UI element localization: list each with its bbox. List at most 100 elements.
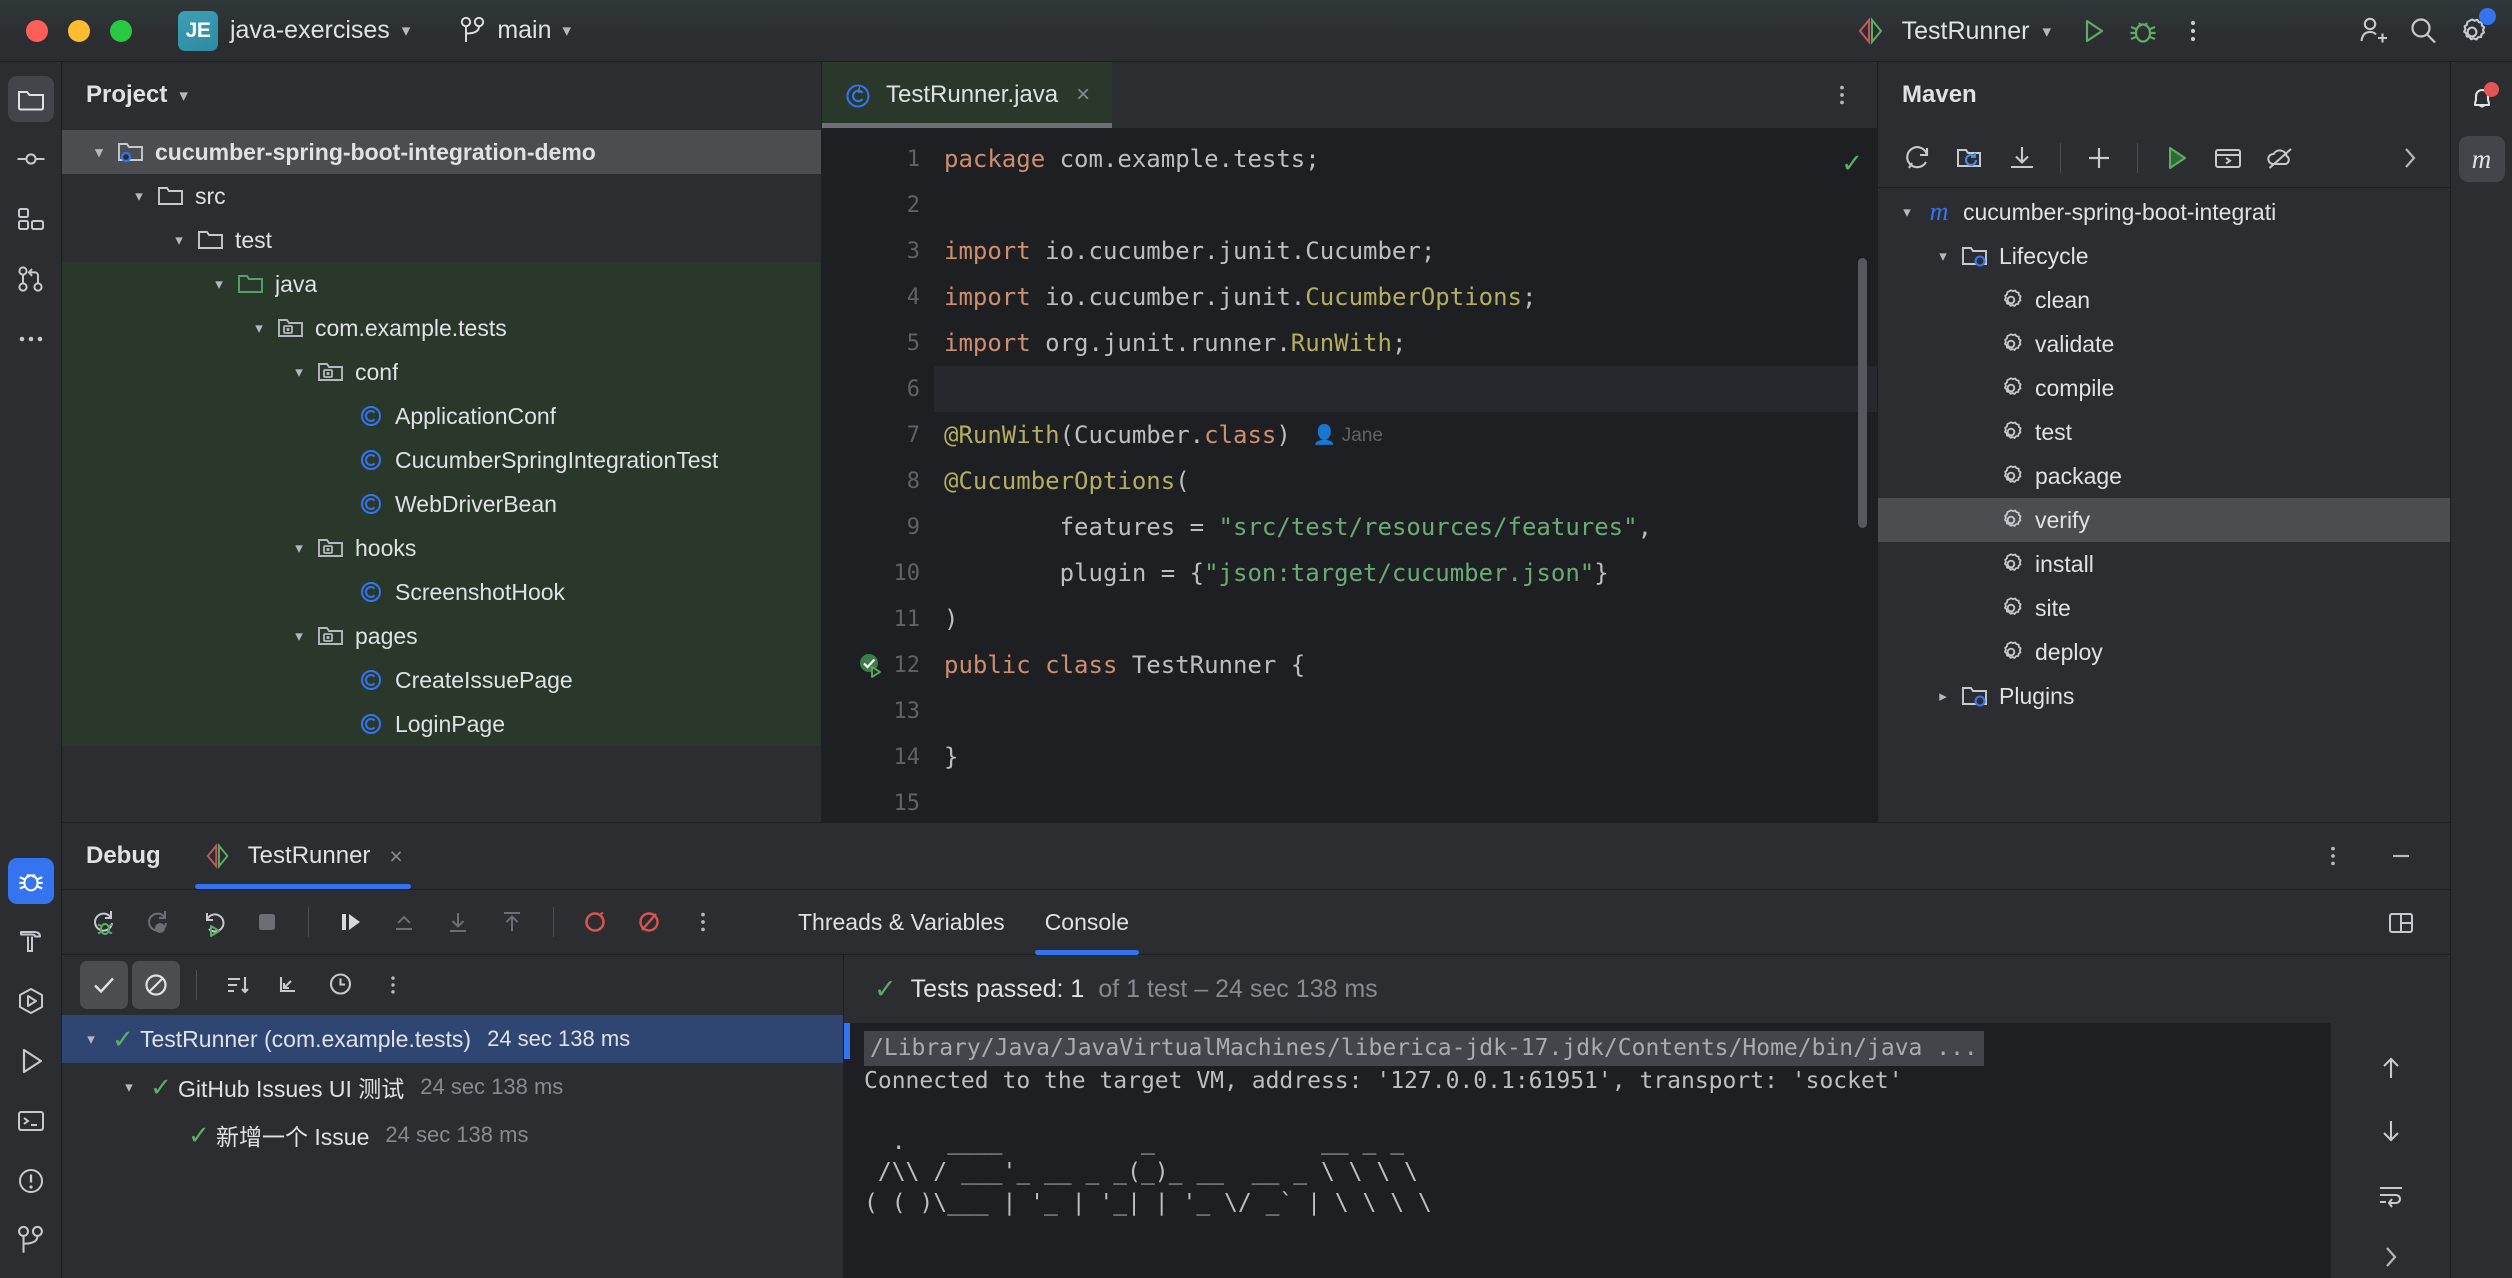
editor-code-line[interactable]: plugin = {"json:target/cucumber.json"} [934, 550, 1877, 596]
chevron-down-icon[interactable]: ▾ [179, 87, 188, 104]
maven-tree-row[interactable]: ▾ m cucumber-spring-boot-integrati [1878, 190, 2450, 234]
reload-project-button[interactable] [1946, 134, 1994, 182]
sidebar-item-problems[interactable] [8, 1158, 54, 1204]
sidebar-item-notifications[interactable] [2459, 76, 2505, 122]
search-everywhere-button[interactable] [2398, 6, 2448, 56]
project-tree-row[interactable]: WebDriverBean [62, 482, 821, 526]
expand-console-toolbar-button[interactable] [2367, 1237, 2415, 1278]
maven-tree-row[interactable]: install [1878, 542, 2450, 586]
chevron-down-icon[interactable]: ▾ [284, 539, 314, 557]
editor-code-line[interactable]: } [934, 734, 1877, 780]
sidebar-item-debug[interactable] [7, 858, 54, 904]
toggle-offline-mode-button[interactable] [2256, 134, 2304, 182]
execute-maven-goal-button[interactable] [2204, 134, 2252, 182]
stop-button[interactable] [242, 897, 292, 947]
project-selector[interactable]: JE java-exercises ▾ [174, 7, 420, 55]
debug-tab-threads-variables[interactable]: Threads & Variables [778, 889, 1025, 955]
editor-gutter[interactable]: 1 2 3 4 5 6 7 8 9 10 11 12 13 14 15 [822, 128, 934, 822]
minimize-debug-panel-button[interactable] [2376, 831, 2426, 881]
debug-button[interactable] [2118, 6, 2168, 56]
editor-gutter-line[interactable]: 13 [822, 688, 934, 734]
sidebar-item-project[interactable] [7, 76, 54, 122]
editor-code-line[interactable]: import org.junit.runner. RunWith; [934, 320, 1877, 366]
editor-code-line[interactable] [934, 366, 1877, 412]
maven-tree-row[interactable]: validate [1878, 322, 2450, 366]
scroll-up-button[interactable] [2367, 1047, 2415, 1088]
chevron-down-icon[interactable]: ▾ [204, 275, 234, 293]
chevron-down-icon[interactable]: ▾ [244, 319, 274, 337]
editor-code-line[interactable]: import io.cucumber.junit. CucumberOptions… [934, 274, 1877, 320]
show-ignored-tests-button[interactable] [132, 961, 180, 1009]
sidebar-item-pull-requests[interactable] [8, 256, 54, 302]
editor-code-line[interactable] [934, 780, 1877, 822]
mute-breakpoints-button[interactable] [624, 897, 674, 947]
project-tree-row[interactable]: ▾ pages [62, 614, 821, 658]
project-tree-row[interactable]: ▾ conf [62, 350, 821, 394]
sidebar-item-structure[interactable] [8, 196, 54, 242]
project-tree-row[interactable]: ▾ com.example.tests [62, 306, 821, 350]
show-passed-tests-button[interactable] [80, 961, 128, 1009]
download-sources-button[interactable] [1998, 134, 2046, 182]
maven-tree-row[interactable]: clean [1878, 278, 2450, 322]
test-results-more-button[interactable] [369, 961, 417, 1009]
chevron-down-icon[interactable]: ▾ [284, 627, 314, 645]
collapse-all-button[interactable] [265, 961, 313, 1009]
project-tree-row[interactable]: ApplicationConf [62, 394, 821, 438]
maven-tree-row[interactable]: test [1878, 410, 2450, 454]
editor-code-line[interactable] [934, 688, 1877, 734]
editor-gutter-line[interactable]: 5 [822, 320, 934, 366]
project-tree-row[interactable]: ▾ test [62, 218, 821, 262]
chevron-down-icon[interactable]: ▾ [76, 1030, 106, 1048]
editor-gutter-line[interactable]: 1 [822, 136, 934, 182]
maven-tree-row[interactable]: ▾ Lifecycle [1878, 234, 2450, 278]
debug-toolbar-more-button[interactable] [678, 897, 728, 947]
sidebar-item-more[interactable] [8, 316, 54, 362]
editor-code-line[interactable]: features = "src/test/resources/features"… [934, 504, 1877, 550]
project-tree-row[interactable]: ▾ hooks [62, 526, 821, 570]
close-window-button[interactable] [26, 19, 48, 42]
run-maven-goal-button[interactable] [2152, 134, 2200, 182]
restart-debug-button[interactable] [188, 897, 238, 947]
editor-gutter-line[interactable]: 12 [822, 642, 934, 688]
project-tree-row[interactable]: ScreenshotHook [62, 570, 821, 614]
test-result-row[interactable]: ✓ 新增一个 Issue 24 sec 138 ms [62, 1111, 843, 1159]
editor-code-line[interactable] [934, 182, 1877, 228]
sidebar-item-commit[interactable] [8, 136, 54, 182]
editor-gutter-line[interactable]: 6 [822, 366, 934, 412]
editor-code-line[interactable]: @CucumberOptions( [934, 458, 1877, 504]
chevron-down-icon[interactable]: ▾ [124, 187, 154, 205]
chevron-down-icon[interactable]: ▾ [1892, 203, 1922, 221]
editor-gutter-line[interactable]: 7 [822, 412, 934, 458]
editor-vertical-scrollbar[interactable] [1858, 258, 1867, 528]
settings-button[interactable] [2448, 6, 2498, 56]
run-button[interactable] [2068, 6, 2118, 56]
sort-by-duration-button[interactable] [317, 961, 365, 1009]
project-tree-row[interactable]: ▾ java [62, 262, 821, 306]
maven-toolbar-expand-button[interactable] [2386, 134, 2434, 182]
project-tree[interactable]: ▾ cucumber-spring-boot-integration-demo ▾ s… [62, 128, 821, 822]
editor-gutter-line[interactable]: 2 [822, 182, 934, 228]
maven-tree-row[interactable]: package [1878, 454, 2450, 498]
rerun-debug-button[interactable] [80, 897, 130, 947]
editor-gutter-line[interactable]: 14 [822, 734, 934, 780]
step-out-button[interactable] [379, 897, 429, 947]
editor-tab-testrunner[interactable]: TestRunner.java × [822, 62, 1113, 128]
editor-gutter-line[interactable]: 3 [822, 228, 934, 274]
force-step-into-button[interactable] [487, 897, 537, 947]
layout-settings-button[interactable] [2376, 898, 2426, 948]
maven-tree-row[interactable]: compile [1878, 366, 2450, 410]
sort-alphabetically-button[interactable] [213, 961, 261, 1009]
add-collaborator-button[interactable] [2348, 6, 2398, 56]
test-result-row[interactable]: ▾ ✓ TestRunner (com.example.tests) 24 sec 1… [62, 1015, 843, 1063]
chevron-right-icon[interactable]: ▸ [1928, 687, 1958, 705]
reload-all-maven-projects-button[interactable] [1894, 134, 1942, 182]
chevron-down-icon[interactable]: ▾ [284, 363, 314, 381]
sidebar-item-terminal[interactable] [8, 1098, 54, 1144]
resume-program-button[interactable] [134, 897, 184, 947]
editor-gutter-line[interactable]: 10 [822, 550, 934, 596]
project-tree-row[interactable]: CucumberSpringIntegrationTest [62, 438, 821, 482]
maven-tree-row[interactable]: deploy [1878, 630, 2450, 674]
minimize-window-button[interactable] [68, 19, 90, 42]
maven-tree-row[interactable]: verify [1878, 498, 2450, 542]
project-tree-row[interactable]: ▾ cucumber-spring-boot-integration-demo [62, 130, 821, 174]
